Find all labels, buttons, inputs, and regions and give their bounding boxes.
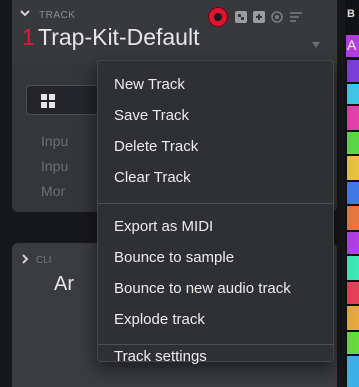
menu-item-export-midi[interactable]: Export as MIDI: [98, 213, 333, 241]
clip-name: Ar: [54, 273, 74, 295]
edge-letter: B: [347, 8, 355, 20]
add-track-icon[interactable]: [252, 10, 266, 24]
menu-item-save-track[interactable]: Save Track: [98, 102, 333, 130]
monitor-label: Mor: [41, 183, 66, 199]
edge-clip-a[interactable]: A: [346, 35, 359, 57]
track-context-menu: New Track Save Track Delete Track Clear …: [97, 60, 334, 364]
chevron-down-icon[interactable]: [20, 8, 30, 18]
grid-icon: [41, 94, 55, 108]
menu-lines-icon[interactable]: [289, 10, 303, 24]
menu-item-bounce-to-audio-track[interactable]: Bounce to new audio track: [98, 275, 333, 303]
input-label: Inpu: [41, 158, 69, 174]
record-arm-button[interactable]: [208, 7, 228, 27]
menu-separator: [98, 203, 333, 204]
chevron-right-icon[interactable]: [20, 254, 30, 264]
menu-item-track-settings[interactable]: Track settings: [98, 349, 333, 364]
track-header-label: TRACK: [39, 10, 76, 21]
edge-clip-a-label: A: [347, 37, 357, 53]
menu-item-bounce-to-sample[interactable]: Bounce to sample: [98, 244, 333, 272]
menu-separator: [98, 344, 333, 345]
menu-item-clear-track[interactable]: Clear Track: [98, 164, 333, 192]
track-header: TRACK 1 Trap-Kit-Default: [12, 0, 337, 64]
add-clip-icon[interactable]: [234, 10, 248, 24]
track-number: 1: [22, 24, 35, 50]
settings-gear-icon[interactable]: [270, 10, 284, 24]
input-label: Inpu: [41, 133, 69, 149]
track-name-dropdown-caret[interactable]: [312, 42, 320, 48]
track-name[interactable]: Trap-Kit-Default: [38, 24, 199, 51]
menu-item-new-track[interactable]: New Track: [98, 71, 333, 99]
menu-item-delete-track[interactable]: Delete Track: [98, 133, 333, 161]
menu-item-explode-track[interactable]: Explode track: [98, 306, 333, 334]
clip-header-label: CLI: [36, 255, 52, 266]
app-root: TRACK 1 Trap-Kit-Default Inpu Inpu Mor C…: [0, 0, 359, 387]
arrangement-edge-strip: [345, 0, 359, 387]
